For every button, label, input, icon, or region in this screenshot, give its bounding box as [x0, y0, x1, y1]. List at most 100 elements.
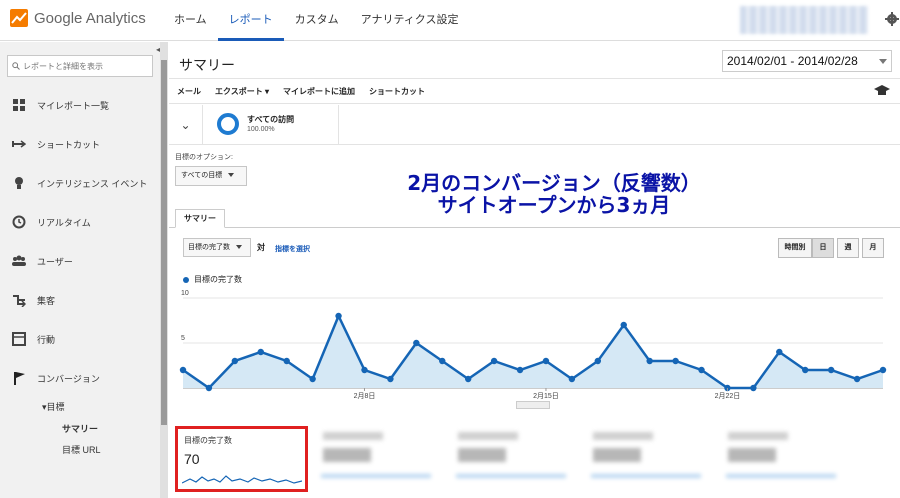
sidebar-item-acquisition[interactable]: 集客 [0, 285, 160, 315]
data-point [853, 375, 861, 383]
nav-admin[interactable]: アナリティクス設定 [350, 0, 470, 41]
scorecard-goal-completions[interactable]: 目標の完了数 70 [175, 426, 308, 492]
data-point [827, 366, 835, 374]
graduation-cap-icon[interactable] [874, 85, 890, 97]
clock-icon [12, 215, 26, 229]
scorecard-blurred[interactable] [317, 426, 447, 492]
data-point [750, 384, 757, 392]
granularity-hourly[interactable]: 時間別 [778, 238, 812, 258]
sidebar-scrollbar-thumb[interactable] [161, 60, 167, 425]
chart-legend: 目標の完了数 [183, 274, 242, 285]
x-tick-label: 2月22日 [715, 392, 741, 400]
tab-summary[interactable]: サマリー [175, 209, 225, 228]
data-point [516, 366, 524, 374]
sidebar-item-label: ユーザー [37, 256, 73, 267]
sidebar-item-shortcuts[interactable]: ショートカット [0, 129, 160, 159]
data-point [672, 357, 679, 365]
sidebar-sub-goal-url[interactable]: 目標 URL [62, 443, 101, 456]
sidebar-item-label: ショートカット [37, 139, 101, 150]
segment-percent: 100.00% [247, 126, 275, 133]
metric-select[interactable]: 目標の完了数 [183, 238, 251, 257]
sidebar-item-label: コンバージョン [37, 373, 100, 384]
sidebar-item-conversions[interactable]: コンバージョン [0, 363, 160, 393]
sparkline [182, 475, 302, 484]
data-point [361, 366, 368, 374]
granularity-month[interactable]: 月 [862, 238, 884, 258]
x-tick-label: 2月15日 [533, 392, 559, 400]
acquisition-icon [13, 295, 26, 307]
data-point [283, 357, 290, 365]
scorecard-blurred[interactable] [722, 426, 852, 492]
search-icon [12, 62, 20, 70]
select-metric-link[interactable]: 指標を選択 [275, 244, 310, 254]
search-input[interactable] [23, 61, 143, 71]
goal-select[interactable]: すべての目標 [175, 166, 247, 186]
sidebar-sub-goals[interactable]: ▾目標 [42, 400, 65, 413]
nav-reports[interactable]: レポート [217, 0, 284, 41]
data-point [802, 366, 809, 374]
data-point [413, 339, 420, 347]
metric-select-value: 目標の完了数 [188, 244, 230, 251]
sidebar-item-label: リアルタイム [37, 217, 91, 228]
scorecard-blurred[interactable] [452, 426, 582, 492]
y-tick-label: 5 [181, 335, 185, 342]
sidebar-item-users[interactable]: ユーザー [0, 246, 160, 276]
date-range-picker[interactable]: 2014/02/01 - 2014/02/28 [722, 50, 892, 72]
scorecard-value: 70 [184, 451, 200, 467]
nav-custom[interactable]: カスタム [284, 0, 350, 41]
segment-bar: ⌄ すべての訪問 100.00% [169, 105, 900, 145]
granularity-day[interactable]: 日 [812, 238, 834, 258]
chevron-down-icon[interactable]: ⌄ [169, 105, 203, 145]
sidebar-item-my-reports[interactable]: マイレポート一覧 [0, 90, 160, 120]
chart-resize-handle[interactable] [516, 401, 550, 409]
segment-name: すべての訪問 [247, 115, 295, 124]
granularity-week[interactable]: 週 [837, 238, 859, 258]
data-point [879, 366, 887, 374]
report-content: サマリー 2014/02/01 - 2014/02/28 メール エクスポート … [169, 42, 900, 498]
x-tick-label: 2月8日 [354, 392, 376, 400]
add-to-dashboard-button[interactable]: マイレポートに追加 [283, 86, 355, 97]
data-point [646, 357, 653, 365]
segment-ring-icon [217, 113, 239, 135]
data-point [387, 375, 394, 383]
data-point [568, 375, 576, 383]
sidebar-item-label: マイレポート一覧 [37, 100, 110, 111]
grid-icon [13, 99, 25, 111]
caret-down-icon [228, 173, 235, 178]
sidebar-item-behavior[interactable]: 行動 [0, 324, 160, 354]
data-point [490, 357, 498, 365]
gear-icon[interactable] [885, 12, 899, 26]
data-point [776, 348, 783, 356]
data-point [698, 366, 705, 374]
data-point [542, 357, 550, 365]
sidebar-item-intelligence[interactable]: インテリジェンス イベント [0, 168, 160, 198]
data-point [594, 357, 602, 365]
annotation-line-1: 2月のコンバージョン（反響数） [407, 171, 701, 195]
nav-home[interactable]: ホーム [163, 0, 218, 41]
caret-down-icon [236, 245, 242, 250]
users-icon [12, 255, 26, 266]
shortcut-button[interactable]: ショートカット [369, 86, 425, 97]
flag-icon [14, 372, 25, 385]
account-selector[interactable] [740, 6, 868, 34]
lightbulb-icon [15, 177, 23, 189]
data-point [231, 357, 239, 365]
ga-logo[interactable]: Google Analytics [10, 9, 146, 27]
export-button[interactable]: エクスポート ▾ [215, 86, 269, 97]
data-point [335, 312, 342, 320]
sidebar-item-label: インテリジェンス イベント [37, 178, 148, 189]
sidebar: ◀ マイレポート一覧 ショートカット インテリジェンス イベント リアルタイム … [0, 42, 168, 498]
sidebar-search[interactable] [7, 55, 153, 77]
scorecard-blurred[interactable] [587, 426, 717, 492]
report-toolbar: メール エクスポート ▾ マイレポートに追加 ショートカット [169, 78, 900, 104]
tab-divider [169, 227, 900, 228]
sidebar-sub-summary[interactable]: サマリー [62, 422, 98, 435]
sidebar-item-realtime[interactable]: リアルタイム [0, 207, 160, 237]
sidebar-item-label: 集客 [37, 295, 56, 306]
legend-label: 目標の完了数 [194, 275, 242, 284]
goal-completions-chart[interactable]: 5 10 2月8日 2月15日 2月22日 [169, 290, 900, 402]
segment-all-visits[interactable]: すべての訪問 100.00% [205, 105, 339, 145]
behavior-icon [12, 332, 26, 346]
sidebar-item-label: 行動 [37, 334, 56, 345]
email-button[interactable]: メール [177, 86, 201, 97]
